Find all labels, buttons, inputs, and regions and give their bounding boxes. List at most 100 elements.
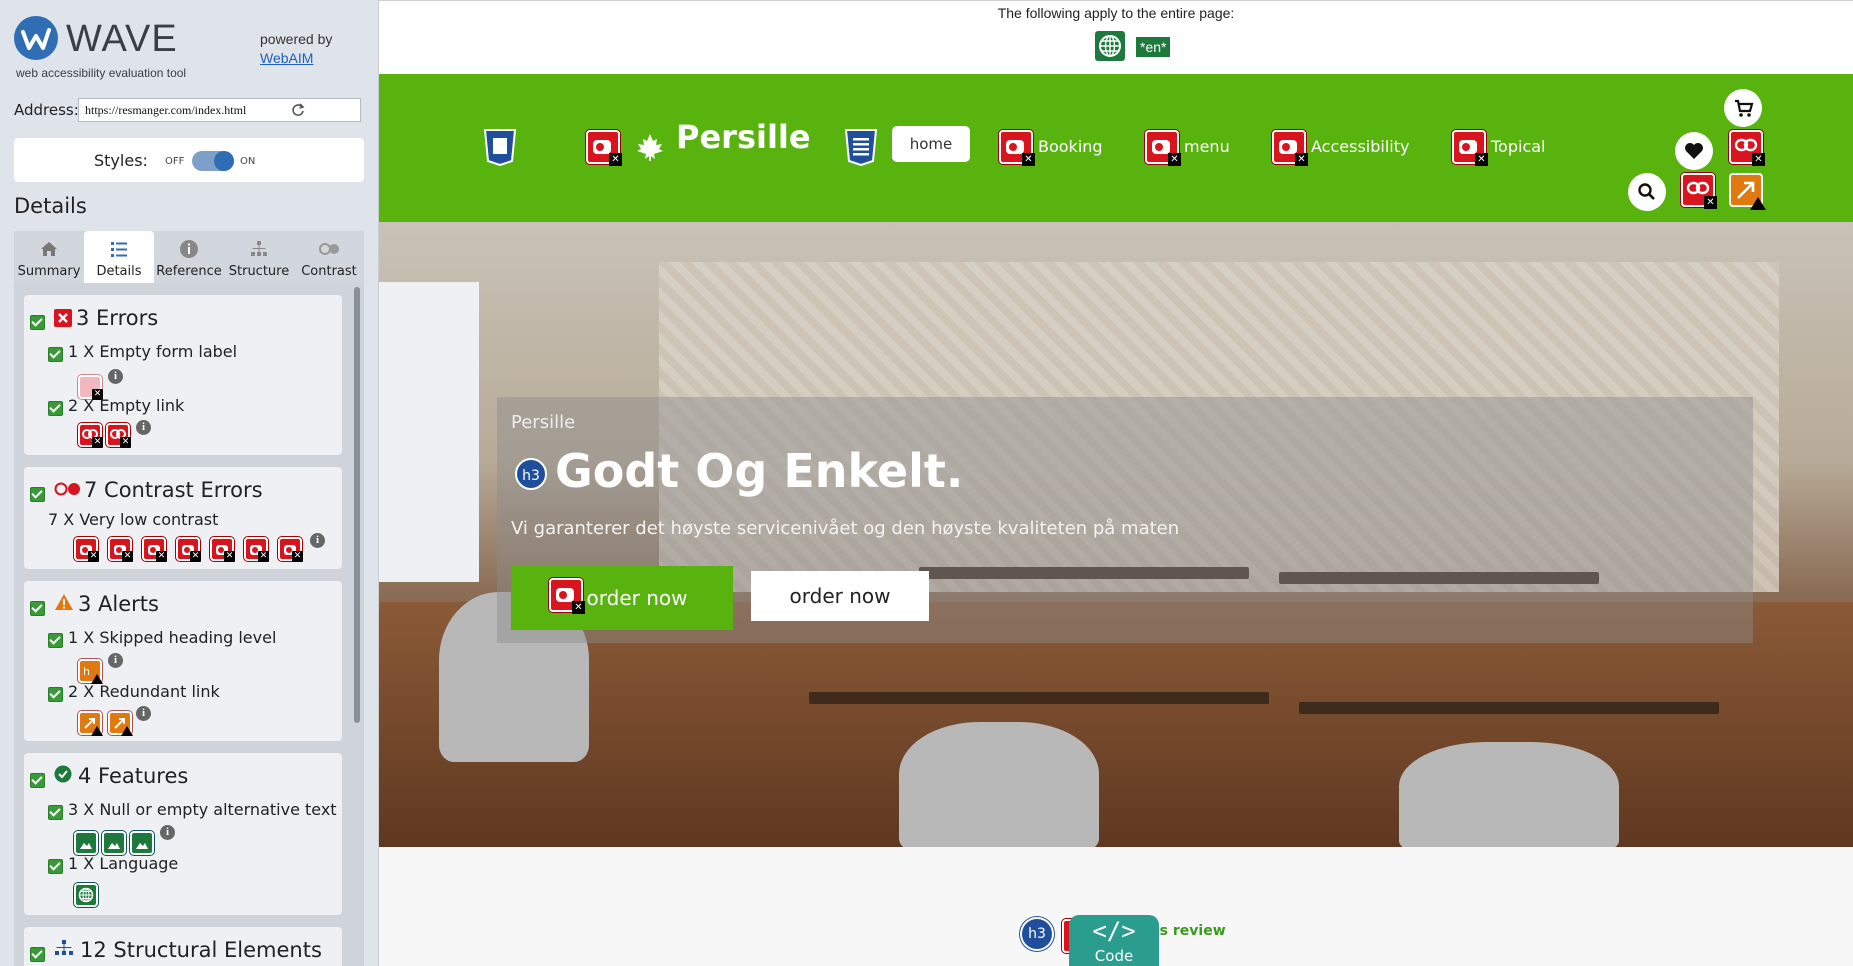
language-globe-icon[interactable] — [74, 883, 98, 907]
null-alt-icon[interactable] — [102, 831, 126, 855]
nav-home[interactable]: home — [892, 126, 970, 162]
item-checkbox[interactable] — [48, 859, 63, 874]
nav-region-icon[interactable] — [842, 128, 880, 166]
hero-kicker: Persille — [511, 412, 576, 433]
nav-topical[interactable]: Topical — [1491, 137, 1546, 156]
skipped-heading-icon[interactable]: h — [78, 659, 103, 684]
empty-link-marker[interactable]: ✕ — [1729, 130, 1765, 166]
wave-sidebar: WAVE web accessibility evaluation tool p… — [0, 0, 379, 966]
styles-label: Styles: — [94, 151, 148, 170]
tab-label: Reference — [156, 264, 222, 279]
contrast-section: 7 Contrast Errors 7 X Very low contrast … — [24, 467, 342, 569]
details-heading: Details — [14, 194, 87, 218]
null-alt-icon[interactable] — [74, 831, 98, 855]
empty-link-marker[interactable]: ✕ — [1681, 173, 1717, 209]
contrast-error-icon[interactable]: ✕ — [108, 537, 133, 562]
redundant-link-marker[interactable] — [1729, 173, 1766, 210]
contrast-error-marker[interactable]: ✕ — [1452, 130, 1488, 166]
below-hero-section: h3 ✕ er's review </> Code — [379, 847, 1853, 966]
contrast-error-icon[interactable]: ✕ — [244, 537, 269, 562]
item-checkbox[interactable] — [48, 347, 63, 362]
tab-label: Details — [96, 264, 142, 279]
info-icon[interactable]: i — [108, 653, 123, 668]
nav-menu[interactable]: menu — [1184, 137, 1230, 156]
alerts-checkbox[interactable] — [30, 601, 45, 616]
x-mark-icon: ✕ — [120, 437, 131, 448]
address-input[interactable]: https://resmanger.com/index.html — [78, 98, 361, 122]
features-section: 4 Features 3 X Null or empty alternative… — [24, 753, 342, 915]
panel-scrollbar[interactable] — [354, 287, 360, 723]
item-checkbox[interactable] — [48, 633, 63, 648]
info-icon[interactable]: i — [310, 533, 325, 548]
alert-item-skipped-heading: 1 X Skipped heading level — [68, 628, 277, 647]
hero-subtitle: Vi garanterer det høyste servicenivået o… — [511, 518, 1180, 539]
wishlist-button[interactable] — [1675, 132, 1713, 170]
redundant-link-icon[interactable] — [108, 711, 133, 736]
contrast-checkbox[interactable] — [30, 487, 45, 502]
errors-checkbox[interactable] — [30, 315, 45, 330]
tab-structure[interactable]: Structure — [224, 231, 294, 283]
webaim-link[interactable]: WebAIM — [260, 50, 313, 66]
contrast-error-icon[interactable]: ✕ — [210, 537, 235, 562]
html5-region-icon[interactable] — [481, 128, 519, 166]
info-icon[interactable]: i — [136, 706, 151, 721]
contrast-error-marker[interactable]: ✕ — [586, 130, 622, 166]
redundant-link-icon[interactable] — [78, 711, 103, 736]
tab-details[interactable]: Details — [84, 231, 154, 283]
contrast-item-very-low: 7 X Very low contrast — [48, 510, 219, 529]
search-button[interactable] — [1628, 173, 1666, 211]
contrast-error-marker[interactable]: ✕ — [999, 130, 1035, 166]
styles-toggle[interactable] — [192, 151, 234, 171]
null-alt-icon[interactable] — [130, 831, 154, 855]
cart-button[interactable] — [1724, 89, 1762, 127]
toggle-knob — [214, 151, 234, 171]
nav-booking[interactable]: Booking — [1038, 137, 1103, 156]
empty-link-icon[interactable]: ✕ — [106, 423, 131, 448]
features-checkbox[interactable] — [30, 773, 45, 788]
h3-badge[interactable]: h3 — [1020, 917, 1054, 951]
h3-badge[interactable]: h3 — [515, 458, 547, 490]
powered-by: powered by WebAIM — [260, 30, 332, 68]
tab-label: Summary — [17, 264, 81, 279]
svg-text:h: h — [83, 665, 90, 678]
errors-section: 3 Errors 1 X Empty form label ✕ i 2 X Em… — [24, 295, 342, 455]
item-checkbox[interactable] — [48, 687, 63, 702]
order-now-secondary-button[interactable]: order now — [751, 571, 929, 621]
contrast-title: 7 Contrast Errors — [84, 478, 263, 502]
contrast-error-icon[interactable]: ✕ — [74, 537, 99, 562]
contrast-error-icon[interactable]: ✕ — [176, 537, 201, 562]
site-navbar: ✕ Persille home ✕ Booking ✕ menu ✕ Acces… — [379, 74, 1853, 222]
info-icon[interactable]: i — [160, 825, 175, 840]
item-checkbox[interactable] — [48, 805, 63, 820]
styles-toggle-box: Styles: OFF ON — [14, 138, 364, 182]
nav-accessibility[interactable]: Accessibility — [1311, 137, 1409, 156]
empty-link-icon[interactable]: ✕ — [78, 423, 103, 448]
structural-checkbox[interactable] — [30, 947, 45, 962]
tab-label: Structure — [228, 264, 290, 279]
language-badge: *en* — [1136, 37, 1171, 57]
contrast-error-icon[interactable]: ✕ — [142, 537, 167, 562]
order-now-primary-button[interactable]: order now — [511, 566, 733, 630]
language-globe-icon[interactable] — [1095, 31, 1125, 61]
address-label: Address: — [14, 101, 79, 119]
hero-chair — [899, 722, 1099, 847]
info-icon — [180, 240, 198, 258]
info-icon[interactable]: i — [136, 420, 151, 435]
contrast-error-icon[interactable]: ✕ — [278, 537, 303, 562]
site-brand[interactable]: Persille — [676, 118, 811, 156]
x-mark-icon: ✕ — [258, 551, 269, 562]
wave-logo[interactable]: WAVE web accessibility evaluation tool p… — [14, 16, 374, 80]
reload-icon[interactable] — [291, 103, 305, 117]
cart-icon — [1735, 99, 1754, 117]
wave-tagline: web accessibility evaluation tool — [16, 66, 187, 80]
item-checkbox[interactable] — [48, 401, 63, 416]
contrast-error-marker[interactable]: ✕ — [1272, 130, 1308, 166]
tab-contrast[interactable]: Contrast — [294, 231, 364, 283]
tab-summary[interactable]: Summary — [14, 231, 84, 283]
x-mark-icon: ✕ — [88, 551, 99, 562]
contrast-error-marker[interactable]: ✕ — [549, 578, 585, 614]
tab-reference[interactable]: Reference — [154, 231, 224, 283]
info-icon[interactable]: i — [108, 369, 123, 384]
code-toggle-button[interactable]: </> Code — [1069, 915, 1159, 966]
contrast-error-marker[interactable]: ✕ — [1145, 130, 1181, 166]
